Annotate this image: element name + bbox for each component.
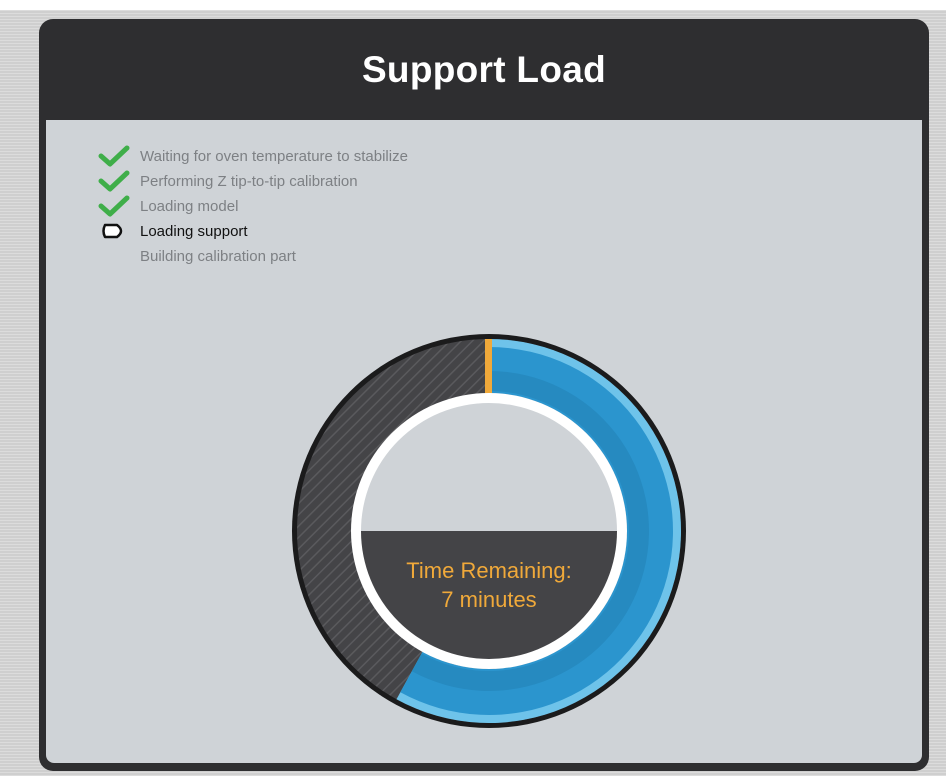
step-item: Waiting for oven temperature to stabiliz… xyxy=(96,144,408,168)
step-label: Performing Z tip-to-tip calibration xyxy=(140,172,358,190)
dialog-body: Waiting for oven temperature to stabiliz… xyxy=(46,120,922,763)
check-icon xyxy=(96,194,132,218)
progress-ring xyxy=(292,334,686,728)
support-load-dialog: Support Load Waiting for oven temperatur… xyxy=(39,19,929,771)
dialog-header: Support Load xyxy=(39,19,929,117)
time-remaining-value: 7 minutes xyxy=(441,587,537,612)
check-icon xyxy=(96,169,132,193)
progress-gauge: Time Remaining: 7 minutes xyxy=(289,331,689,731)
top-edge-strip xyxy=(0,0,946,10)
step-item: Loading model xyxy=(96,194,238,218)
progress-start-marker xyxy=(485,339,492,395)
dialog-title: Support Load xyxy=(361,49,607,90)
step-item-current: Loading support xyxy=(96,219,248,243)
current-step-pointer-icon xyxy=(96,219,132,243)
step-item: Performing Z tip-to-tip calibration xyxy=(96,169,358,193)
step-label: Waiting for oven temperature to stabiliz… xyxy=(140,147,408,165)
step-item: Building calibration part xyxy=(96,244,296,268)
step-label: Loading model xyxy=(140,197,239,215)
check-icon xyxy=(96,144,132,168)
step-label: Loading support xyxy=(140,222,248,240)
time-remaining-label: Time Remaining: xyxy=(406,558,572,583)
step-label: Building calibration part xyxy=(140,247,296,265)
